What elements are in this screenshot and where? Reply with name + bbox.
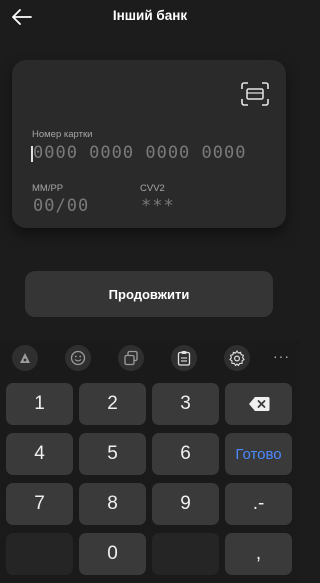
- copy-button[interactable]: [118, 345, 144, 371]
- key-7[interactable]: 7: [6, 483, 73, 525]
- empty-key: [6, 533, 73, 575]
- scan-card-icon: [241, 82, 269, 106]
- header-bar: Інший банк: [0, 0, 300, 34]
- emoji-icon: [70, 350, 86, 366]
- key-8[interactable]: 8: [79, 483, 146, 525]
- comma-key[interactable]: ,: [225, 533, 292, 575]
- backspace-icon: [248, 397, 269, 411]
- sticker-icon: [20, 353, 30, 363]
- settings-icon: [229, 350, 245, 366]
- key-4[interactable]: 4: [6, 433, 73, 475]
- backspace-key[interactable]: [225, 383, 292, 425]
- expiry-input[interactable]: 00/00: [33, 196, 89, 216]
- copy-icon: [124, 350, 138, 366]
- page-title: Інший банк: [112, 8, 188, 23]
- empty-key: [152, 533, 219, 575]
- key-9[interactable]: 9: [152, 483, 219, 525]
- numeric-keyboard: ··· 1 2 3 4 5 6 Готово 7 8 9 .- 0 ,: [0, 340, 300, 583]
- done-key[interactable]: Готово: [225, 433, 292, 475]
- continue-button[interactable]: Продовжити: [25, 271, 273, 317]
- scan-card-button[interactable]: [241, 81, 269, 107]
- more-icon[interactable]: ···: [273, 348, 290, 364]
- card-number-label: Номер картки: [32, 129, 93, 140]
- settings-button[interactable]: [224, 345, 250, 371]
- key-6[interactable]: 6: [152, 433, 219, 475]
- card-form: Номер картки 0000 0000 0000 0000 ММ/РР 0…: [12, 60, 286, 228]
- key-3[interactable]: 3: [152, 383, 219, 425]
- emoji-button[interactable]: [65, 345, 91, 371]
- key-0[interactable]: 0: [79, 533, 146, 575]
- key-2[interactable]: 2: [79, 383, 146, 425]
- key-5[interactable]: 5: [79, 433, 146, 475]
- cvv-label: CVV2: [140, 183, 165, 194]
- cvv-input[interactable]: ***: [141, 196, 175, 216]
- sticker-button[interactable]: [12, 345, 38, 371]
- clipboard-button[interactable]: [171, 345, 197, 371]
- clipboard-icon: [177, 351, 191, 366]
- dot-minus-key[interactable]: .-: [225, 483, 292, 525]
- card-number-input[interactable]: 0000 0000 0000 0000: [33, 143, 246, 163]
- keyboard-toolbar: ···: [0, 340, 300, 376]
- key-1[interactable]: 1: [6, 383, 73, 425]
- expiry-label: ММ/РР: [32, 183, 64, 194]
